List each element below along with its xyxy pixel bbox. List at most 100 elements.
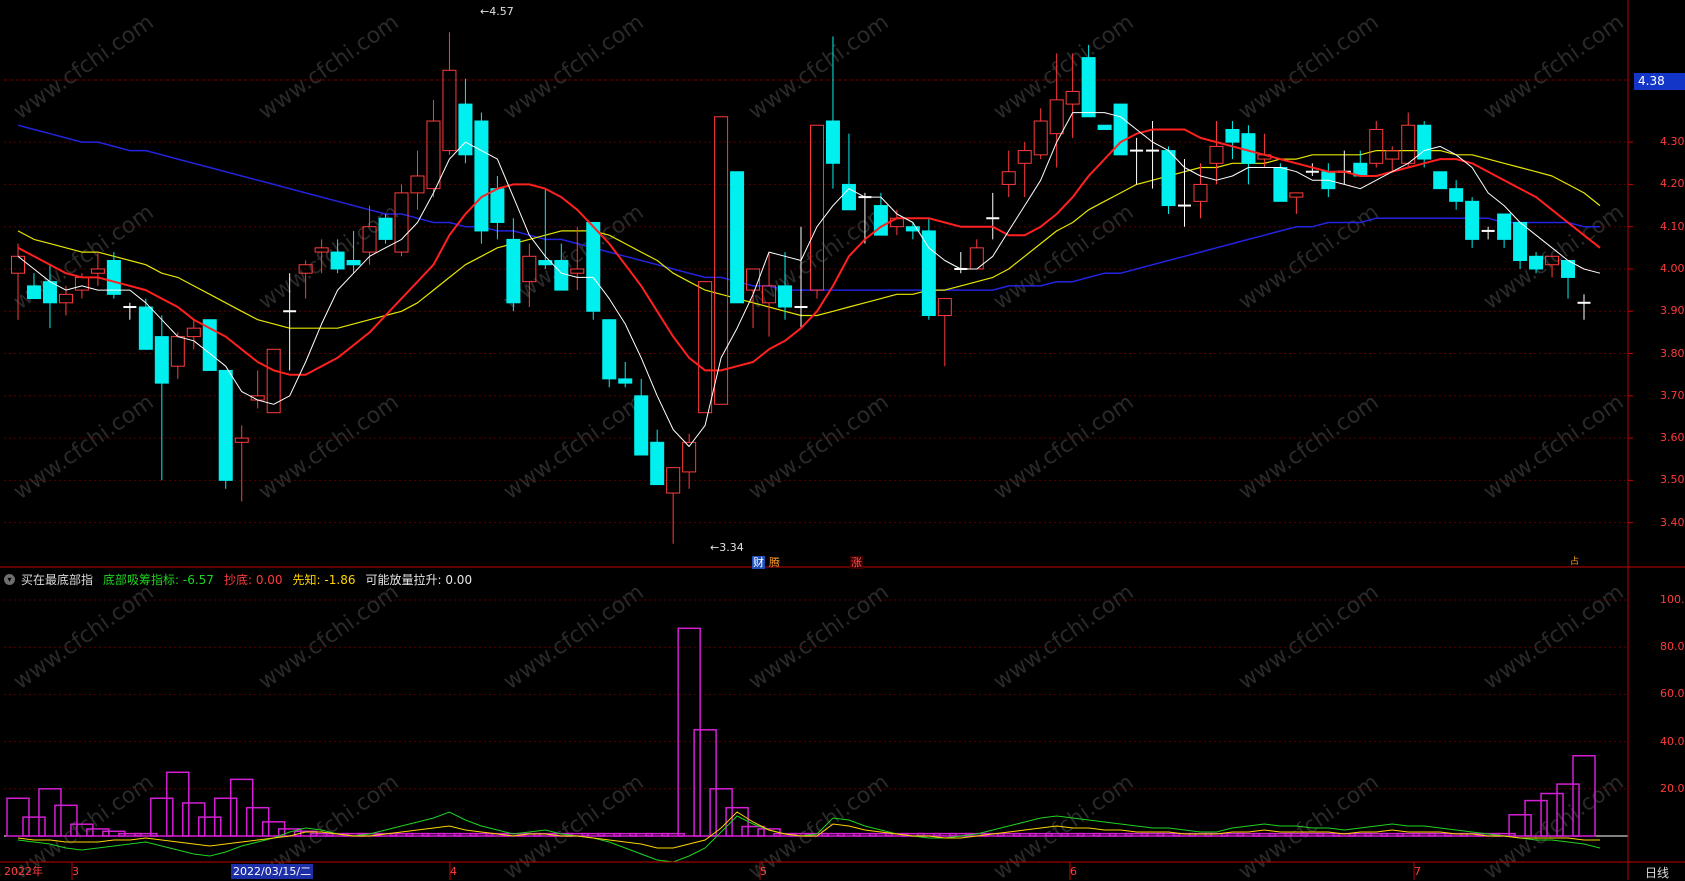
candle[interactable] — [1193, 163, 1208, 219]
watermark-layer: www.cfchi.com www.cfchi.com www.cfchi.com w… — [9, 10, 1628, 880]
candle-body — [138, 306, 153, 350]
ma20-line — [17, 150, 1601, 329]
price-axis-label: 3.50 — [1660, 473, 1685, 487]
candle[interactable] — [442, 32, 457, 155]
indicator-name[interactable]: 买在最底部指 — [21, 571, 93, 588]
candle-body — [778, 285, 793, 308]
candle[interactable] — [1001, 150, 1016, 198]
candle[interactable] — [474, 112, 489, 244]
watermark-text: www.cfchi.com — [9, 10, 158, 125]
current-price-tag: 4.38 — [1634, 73, 1685, 90]
candle[interactable] — [937, 298, 952, 367]
selected-date[interactable]: 2022/03/15/二 — [231, 864, 314, 879]
candle[interactable] — [1289, 192, 1304, 215]
high-price-marker: ←4.57 — [480, 5, 514, 18]
price-axis-label: 3.80 — [1660, 346, 1685, 360]
candle[interactable] — [666, 467, 681, 544]
candle[interactable] — [1577, 294, 1591, 320]
candle[interactable] — [954, 252, 968, 274]
chart-canvas[interactable]: www.cfchi.com www.cfchi.com www.cfchi.com w… — [0, 0, 1685, 880]
candle[interactable] — [1130, 137, 1144, 185]
price-axis-label: 3.70 — [1660, 388, 1685, 402]
candle[interactable] — [921, 218, 936, 320]
candle[interactable] — [154, 315, 169, 481]
collapse-icon[interactable]: ▾ — [4, 573, 15, 585]
candle[interactable] — [1369, 121, 1384, 168]
candle[interactable] — [170, 332, 185, 379]
candle[interactable] — [714, 116, 729, 405]
watermark-text: www.cfchi.com — [9, 390, 158, 505]
candle[interactable] — [458, 78, 473, 164]
volume-axis-label: 20.00 — [1660, 781, 1685, 795]
candle[interactable] — [905, 222, 920, 240]
period-tab-daily[interactable]: 日线 — [1645, 864, 1669, 881]
candle[interactable] — [650, 429, 665, 486]
watermark-text: www.cfchi.com — [1234, 200, 1383, 315]
watermark-text: www.cfchi.com — [499, 390, 648, 505]
candle[interactable] — [138, 298, 153, 350]
candle-body — [474, 120, 489, 232]
candle[interactable] — [1241, 125, 1256, 185]
watermark-text: www.cfchi.com — [254, 10, 403, 125]
candle[interactable] — [1417, 121, 1432, 168]
candle[interactable] — [1225, 121, 1240, 160]
candle[interactable] — [873, 192, 888, 236]
candle-body — [714, 116, 729, 405]
candle[interactable] — [602, 319, 617, 388]
candle[interactable] — [1033, 108, 1048, 160]
candle[interactable] — [618, 361, 633, 388]
candle[interactable] — [1209, 121, 1224, 185]
volume-axis-label: 80.00 — [1660, 640, 1685, 654]
watermark-text: www.cfchi.com — [989, 580, 1138, 695]
candle[interactable] — [730, 171, 745, 304]
candle[interactable] — [378, 214, 393, 244]
indicator-item-volume-rise: 可能放量拉升: 0.00 — [365, 572, 473, 587]
candle[interactable] — [841, 133, 856, 211]
event-zhang-badge[interactable]: 涨 — [850, 556, 863, 569]
volume-axis-label: 100.0 — [1660, 593, 1685, 606]
event-cai-badge[interactable]: 财 — [752, 556, 765, 569]
candle[interactable] — [1178, 159, 1192, 227]
price-axis-label: 3.60 — [1660, 431, 1685, 445]
price-axis-label: 3.90 — [1660, 304, 1685, 318]
candle[interactable] — [1337, 150, 1351, 185]
candle[interactable] — [969, 239, 984, 270]
candle[interactable] — [1161, 146, 1176, 215]
date-label-year: 2022年 — [4, 865, 43, 878]
candle[interactable] — [1481, 226, 1495, 240]
candle[interactable] — [1017, 142, 1032, 198]
event-end-badge[interactable]: 占 — [1569, 556, 1580, 569]
candle-body — [11, 255, 25, 274]
candle-body — [1273, 167, 1288, 202]
indicator-item-buy-bottom: 抄底: 0.00 — [223, 572, 283, 587]
candle[interactable] — [1465, 197, 1480, 248]
candle[interactable] — [1433, 171, 1448, 190]
watermark-text: www.cfchi.com — [1479, 580, 1628, 695]
candle-body — [618, 378, 633, 384]
event-teng-badge[interactable]: 腾 — [768, 556, 781, 569]
date-label-july: 7 — [1414, 865, 1421, 878]
candle-body — [1049, 99, 1064, 135]
indicator-item-bottom-absorb: 底部吸筹指标: -6.57 — [103, 572, 214, 587]
candle[interactable] — [218, 369, 233, 489]
candle-body — [1465, 200, 1480, 240]
watermark-text: www.cfchi.com — [254, 200, 403, 315]
candle[interactable] — [634, 378, 649, 456]
candle[interactable] — [1097, 124, 1112, 130]
candle[interactable] — [1385, 146, 1400, 172]
candle[interactable] — [1561, 260, 1576, 299]
candle[interactable] — [106, 252, 121, 299]
candle[interactable] — [250, 370, 265, 409]
candle[interactable] — [234, 425, 249, 502]
candle-body — [330, 251, 345, 270]
candle-body — [490, 188, 505, 223]
candle[interactable] — [410, 150, 425, 210]
candle[interactable] — [1497, 213, 1512, 248]
candle-body — [1033, 120, 1048, 156]
candle[interactable] — [698, 281, 713, 414]
watermark-text: www.cfchi.com — [744, 770, 893, 880]
candle[interactable] — [986, 192, 1000, 240]
date-label-june: 6 — [1070, 865, 1077, 878]
candle[interactable] — [586, 221, 601, 320]
watermark-text: www.cfchi.com — [1479, 10, 1628, 125]
